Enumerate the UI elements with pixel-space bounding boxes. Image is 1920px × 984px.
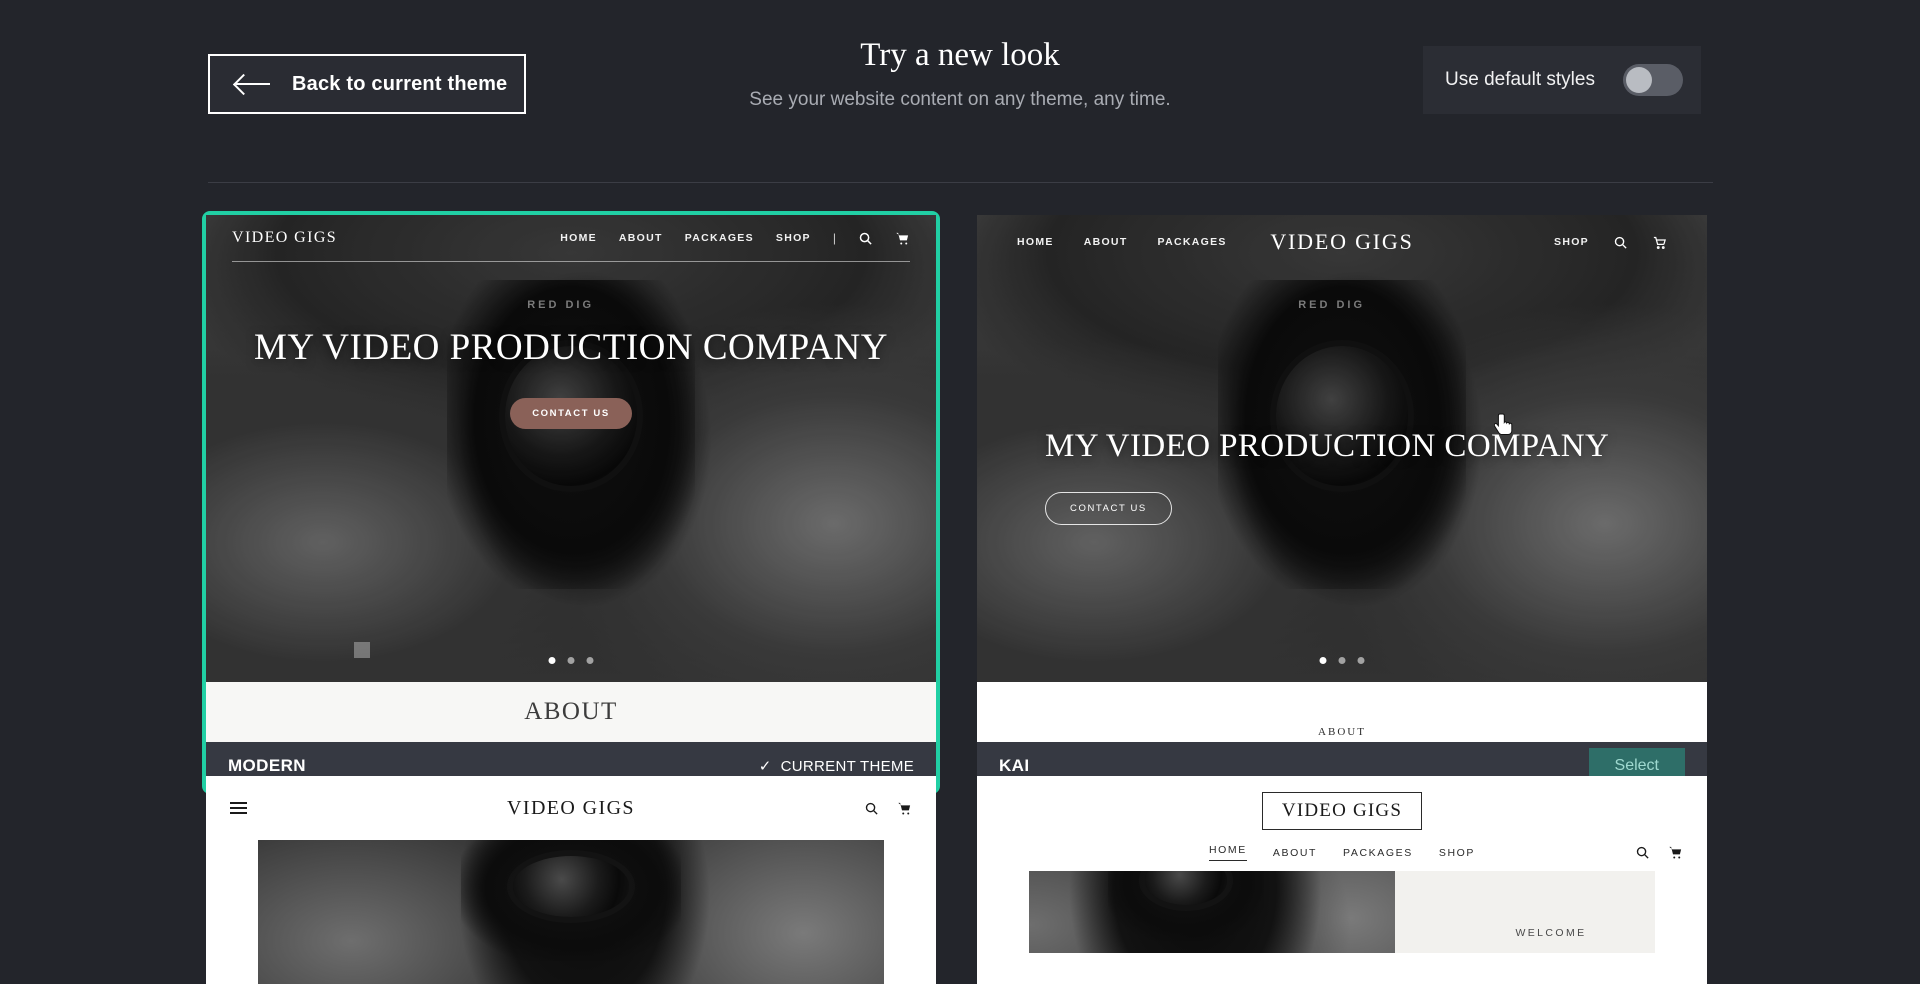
nav-item-about[interactable]: ABOUT <box>1273 847 1317 859</box>
page-header: Back to current theme Try a new look See… <box>0 0 1920 183</box>
theme-name-label: KAI <box>999 756 1030 775</box>
hero-block-kai: MY VIDEO PRODUCTION COMPANY CONTACT US <box>1045 427 1609 525</box>
page-title: Try a new look <box>860 37 1060 73</box>
arrow-left-icon <box>236 74 270 94</box>
preview-photo <box>258 840 884 984</box>
current-theme-status: ✓ CURRENT THEME <box>758 757 914 776</box>
cart-icon[interactable] <box>895 231 910 246</box>
preview-nav-four: VIDEO GIGS HOME ABOUT PACKAGES SHOP <box>977 776 1707 871</box>
hero-title: MY VIDEO PRODUCTION COMPANY <box>253 327 888 368</box>
theme-preview-kai: RED DIG HOME ABOUT PACKAGES VIDEO GIGS S… <box>977 215 1707 682</box>
hero-contact-button[interactable]: CONTACT US <box>510 397 632 429</box>
preview-nav-kai: HOME ABOUT PACKAGES VIDEO GIGS SHOP <box>977 215 1707 269</box>
about-heading: ABOUT <box>1318 726 1366 738</box>
use-default-styles-toggle[interactable]: Use default styles <box>1423 46 1701 114</box>
theme-card-four[interactable]: VIDEO GIGS HOME ABOUT PACKAGES SHOP WELC… <box>977 776 1707 984</box>
preview-side-pad-right <box>1655 871 1707 953</box>
header-divider <box>208 182 1713 183</box>
nav-separator: | <box>832 231 836 245</box>
theme-preview-four: VIDEO GIGS HOME ABOUT PACKAGES SHOP WELC… <box>977 776 1707 984</box>
search-icon[interactable] <box>864 801 879 816</box>
carousel-dot[interactable] <box>1338 657 1346 664</box>
theme-card-three[interactable]: VIDEO GIGS <box>206 776 936 984</box>
nav-item-shop[interactable]: SHOP <box>1439 847 1475 859</box>
hero-contact-button[interactable]: CONTACT US <box>1045 491 1172 525</box>
nav-item-packages[interactable]: PACKAGES <box>1343 847 1413 859</box>
back-to-current-theme-button[interactable]: Back to current theme <box>208 54 526 114</box>
nav-item-home[interactable]: HOME <box>560 232 597 244</box>
header-title-block: Try a new look See your website content … <box>660 36 1260 111</box>
carousel-dots[interactable] <box>1319 657 1365 664</box>
site-logo: VIDEO GIGS <box>507 796 635 819</box>
nav-item-shop[interactable]: SHOP <box>1554 236 1589 248</box>
current-theme-label: CURRENT THEME <box>780 757 914 775</box>
about-section: ABOUT <box>206 682 936 742</box>
preview-side-pad-left <box>977 871 1029 953</box>
preview-photo <box>977 871 1395 953</box>
nav-underline <box>232 261 910 262</box>
hamburger-menu-icon[interactable] <box>230 799 247 817</box>
toggle-switch[interactable] <box>1622 64 1683 96</box>
nav-right-group <box>1635 845 1683 860</box>
carousel-dot[interactable] <box>1357 657 1365 664</box>
search-icon[interactable] <box>1635 845 1650 860</box>
cart-icon[interactable] <box>897 801 912 816</box>
nav-item-home[interactable]: HOME <box>1017 236 1054 248</box>
check-icon: ✓ <box>758 758 772 775</box>
page-subtitle: See your website content on any theme, a… <box>749 88 1171 110</box>
site-logo: VIDEO GIGS <box>232 229 338 246</box>
decor-square <box>354 642 370 658</box>
carousel-dots[interactable] <box>548 657 594 664</box>
nav-links: HOME ABOUT PACKAGES SHOP <box>977 844 1707 861</box>
site-logo: VIDEO GIGS <box>1262 792 1422 830</box>
theme-card-kai[interactable]: RED DIG HOME ABOUT PACKAGES VIDEO GIGS S… <box>977 215 1707 790</box>
search-icon[interactable] <box>1613 235 1628 250</box>
theme-card-modern[interactable]: RED DIG VIDEO GIGS HOME ABOUT PACKAGES S… <box>202 211 940 794</box>
carousel-dot[interactable] <box>548 657 556 664</box>
preview-nav-three: VIDEO GIGS <box>206 776 936 840</box>
search-icon[interactable] <box>858 231 873 246</box>
theme-name-label: MODERN <box>228 756 306 775</box>
about-section: ABOUT <box>977 682 1707 742</box>
about-heading: ABOUT <box>524 698 618 725</box>
preview-split-row: WELCOME <box>977 871 1707 953</box>
nav-item-packages[interactable]: PACKAGES <box>1158 236 1227 248</box>
use-default-styles-label: Use default styles <box>1445 69 1595 90</box>
preview-scrim <box>206 215 936 682</box>
carousel-dot[interactable] <box>586 657 594 664</box>
cart-icon[interactable] <box>1668 845 1683 860</box>
preview-nav-modern: VIDEO GIGS HOME ABOUT PACKAGES SHOP | <box>206 215 936 261</box>
nav-item-shop[interactable]: SHOP <box>776 232 811 244</box>
hero-title: MY VIDEO PRODUCTION COMPANY <box>1045 428 1610 464</box>
theme-preview-modern: RED DIG VIDEO GIGS HOME ABOUT PACKAGES S… <box>206 215 936 682</box>
carousel-dot[interactable] <box>567 657 575 664</box>
hero-block-modern: MY VIDEO PRODUCTION COMPANY CONTACT US <box>206 327 936 429</box>
nav-right-group <box>864 801 912 816</box>
cart-icon[interactable] <box>1652 235 1667 250</box>
carousel-dot[interactable] <box>1319 657 1327 664</box>
welcome-heading: WELCOME <box>1515 927 1587 939</box>
nav-item-about[interactable]: ABOUT <box>1084 236 1128 248</box>
theme-preview-three: VIDEO GIGS <box>206 776 936 984</box>
nav-item-packages[interactable]: PACKAGES <box>685 232 754 244</box>
nav-item-home[interactable]: HOME <box>1208 844 1247 861</box>
nav-item-about[interactable]: ABOUT <box>619 232 663 244</box>
nav-right-group: SHOP <box>1554 235 1667 250</box>
back-button-label: Back to current theme <box>292 72 508 95</box>
nav-links: HOME ABOUT PACKAGES SHOP | <box>560 231 910 246</box>
site-logo: VIDEO GIGS <box>1270 229 1414 254</box>
